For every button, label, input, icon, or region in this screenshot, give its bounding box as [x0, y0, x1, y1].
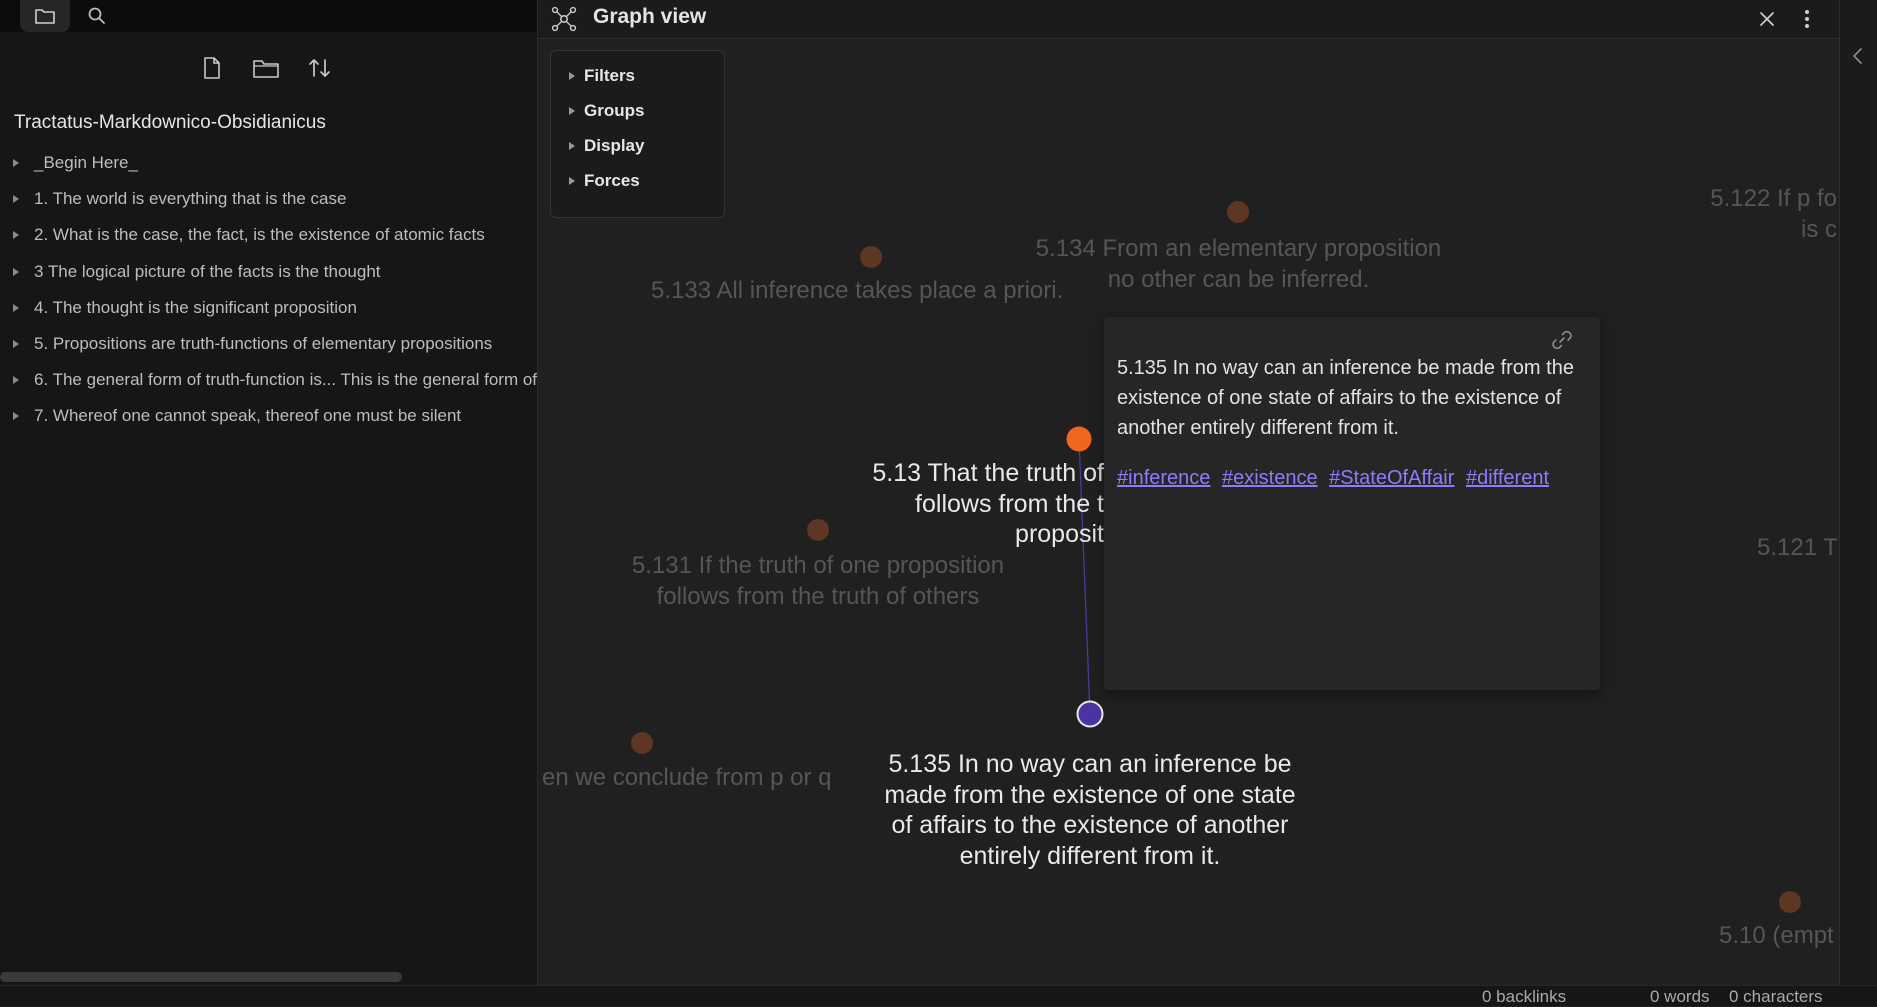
graph-node[interactable]	[807, 519, 829, 541]
chevron-right-icon	[569, 177, 575, 185]
node-label-line: 5.131 If the truth of one proposition	[631, 552, 1005, 579]
chevron-left-icon[interactable]	[1850, 46, 1866, 71]
node-label-selected: 5.135 In no way can an inference be made…	[869, 749, 1311, 871]
section-label: Groups	[584, 101, 645, 120]
word-count: 0 words	[1650, 987, 1710, 1006]
node-label: 5.121 Th	[1757, 534, 1837, 561]
graph-node-selected[interactable]	[1076, 700, 1104, 728]
graph-node[interactable]	[631, 732, 653, 754]
preview-text: 5.135 In no way can an inference be made…	[1117, 357, 1574, 439]
section-label: Filters	[584, 66, 636, 85]
node-label: 5.133 All inference takes place a priori…	[651, 277, 1064, 304]
node-label-line: no other can be inferred.	[1107, 265, 1370, 293]
tag-link[interactable]: #inference	[1117, 467, 1210, 489]
section-label: Display	[584, 136, 645, 155]
tag-link[interactable]: #different	[1466, 467, 1549, 489]
right-sidebar-gutter	[1839, 0, 1877, 985]
section-label: Forces	[584, 171, 640, 190]
node-label: 5.131 If the truth of one proposition fo…	[616, 551, 1020, 612]
node-label-line: 5.122 If p fo	[1710, 185, 1837, 212]
graph-node-active[interactable]	[1066, 426, 1092, 452]
note-preview-popover: 5.135 In no way can an inference be made…	[1104, 317, 1600, 690]
node-label: 5.10 (empt	[1719, 922, 1834, 949]
graph-node[interactable]	[860, 246, 882, 268]
node-label: 5.134 From an elementary proposition no …	[1021, 234, 1456, 295]
node-label-active: 5.13 That the truth of follows from the …	[860, 458, 1104, 550]
node-label-line: proposit	[1015, 520, 1104, 548]
node-label-line: follows from the t	[915, 489, 1104, 518]
groups-section-toggle[interactable]: Groups	[569, 101, 644, 121]
chevron-right-icon	[569, 142, 575, 150]
status-bar: 0 backlinks 0 words 0 characters	[0, 985, 1877, 1006]
chevron-right-icon	[569, 72, 575, 80]
node-label: en we conclude from p or q	[542, 764, 832, 791]
backlinks-count[interactable]: 0 backlinks	[1482, 987, 1566, 1007]
chevron-right-icon	[569, 107, 575, 115]
node-label-line: 5.13 That the truth of	[872, 459, 1104, 487]
tag-link[interactable]: #existence	[1222, 467, 1318, 489]
display-section-toggle[interactable]: Display	[569, 136, 644, 156]
tag-list: #inference #existence #StateOfAffair #di…	[1117, 467, 1555, 490]
character-count: 0 characters	[1729, 987, 1823, 1006]
node-label-line: entirely different from it.	[959, 841, 1221, 870]
graph-controls-panel: Filters Groups Display Forces	[550, 50, 725, 218]
filters-section-toggle[interactable]: Filters	[569, 66, 635, 86]
node-label-line: 5.134 From an elementary proposition	[1035, 235, 1442, 262]
node-label-line: is c	[1801, 215, 1837, 243]
forces-section-toggle[interactable]: Forces	[569, 171, 640, 191]
node-label-line: made from the existence of one state	[884, 780, 1296, 809]
node-label-line: of affairs to the existence of another	[891, 811, 1289, 839]
tag-link[interactable]: #StateOfAffair	[1329, 467, 1454, 489]
node-label: 5.122 If p fo is c	[1700, 184, 1837, 245]
node-label-line: 5.135 In no way can an inference be	[888, 750, 1292, 778]
graph-node[interactable]	[1227, 201, 1249, 223]
node-label-line: follows from the truth of others	[656, 582, 980, 610]
graph-node[interactable]	[1779, 891, 1801, 913]
